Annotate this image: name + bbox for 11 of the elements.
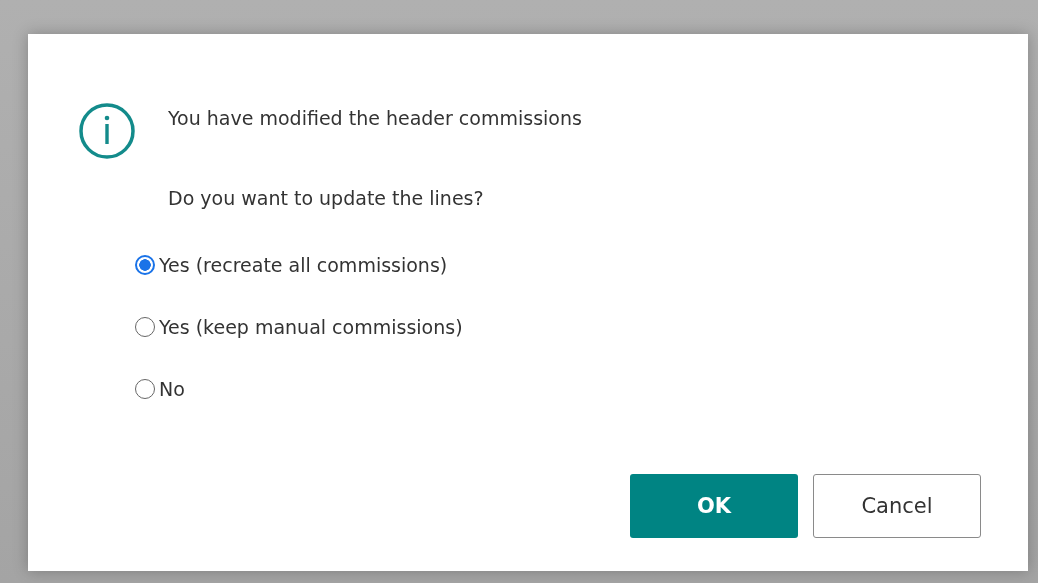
radio-button[interactable] [135, 254, 155, 275]
message-text: You have modified the header commissions [168, 106, 582, 131]
cancel-button[interactable]: Cancel [813, 474, 981, 538]
option-label[interactable]: Yes (keep manual commissions) [159, 315, 463, 338]
option-label[interactable]: No [159, 377, 185, 400]
option-label[interactable]: Yes (recreate all commissions) [159, 253, 448, 276]
info-icon [78, 102, 136, 160]
radio-button[interactable] [135, 316, 155, 337]
ok-button[interactable]: OK [630, 474, 798, 538]
message-text: Do you want to update the lines? [168, 186, 485, 211]
radio-button[interactable] [135, 378, 155, 399]
